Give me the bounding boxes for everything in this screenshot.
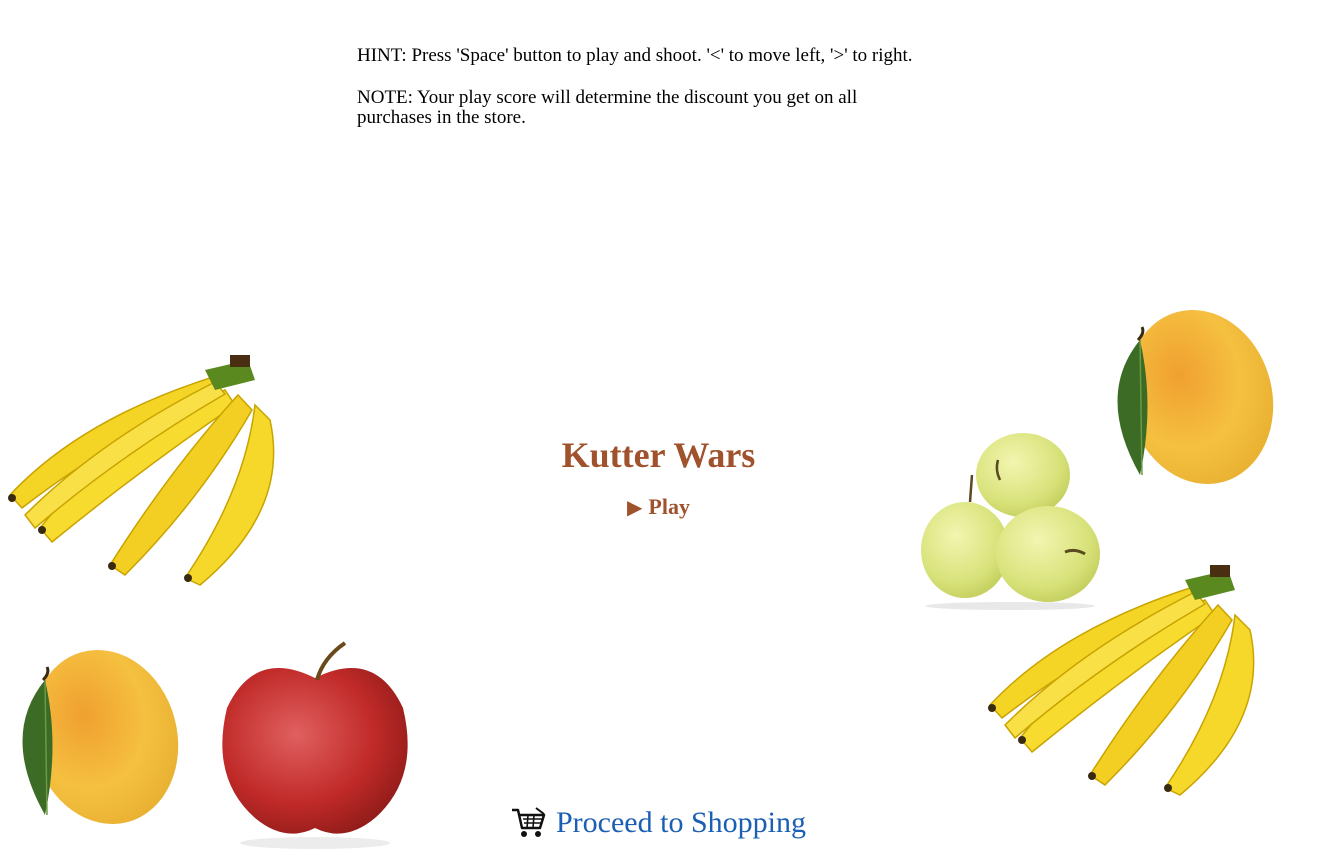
play-triangle-icon: ▶: [627, 497, 643, 519]
shopping-cart-icon: [512, 807, 546, 837]
play-button-label: Play: [648, 494, 690, 519]
hint-text: HINT: Press 'Space' button to play and s…: [357, 45, 913, 66]
play-button[interactable]: ▶ Play: [0, 494, 1317, 520]
game-title: Kutter Wars: [561, 435, 756, 475]
proceed-to-shopping-link[interactable]: Proceed to Shopping: [510, 806, 806, 840]
proceed-to-shopping-label: Proceed to Shopping: [556, 806, 806, 839]
mango-image: [22, 649, 179, 825]
banana-bunch-image: [988, 565, 1255, 796]
red-apple-image: [222, 641, 408, 849]
note-text: NOTE: Your play score will determine the…: [357, 87, 858, 128]
